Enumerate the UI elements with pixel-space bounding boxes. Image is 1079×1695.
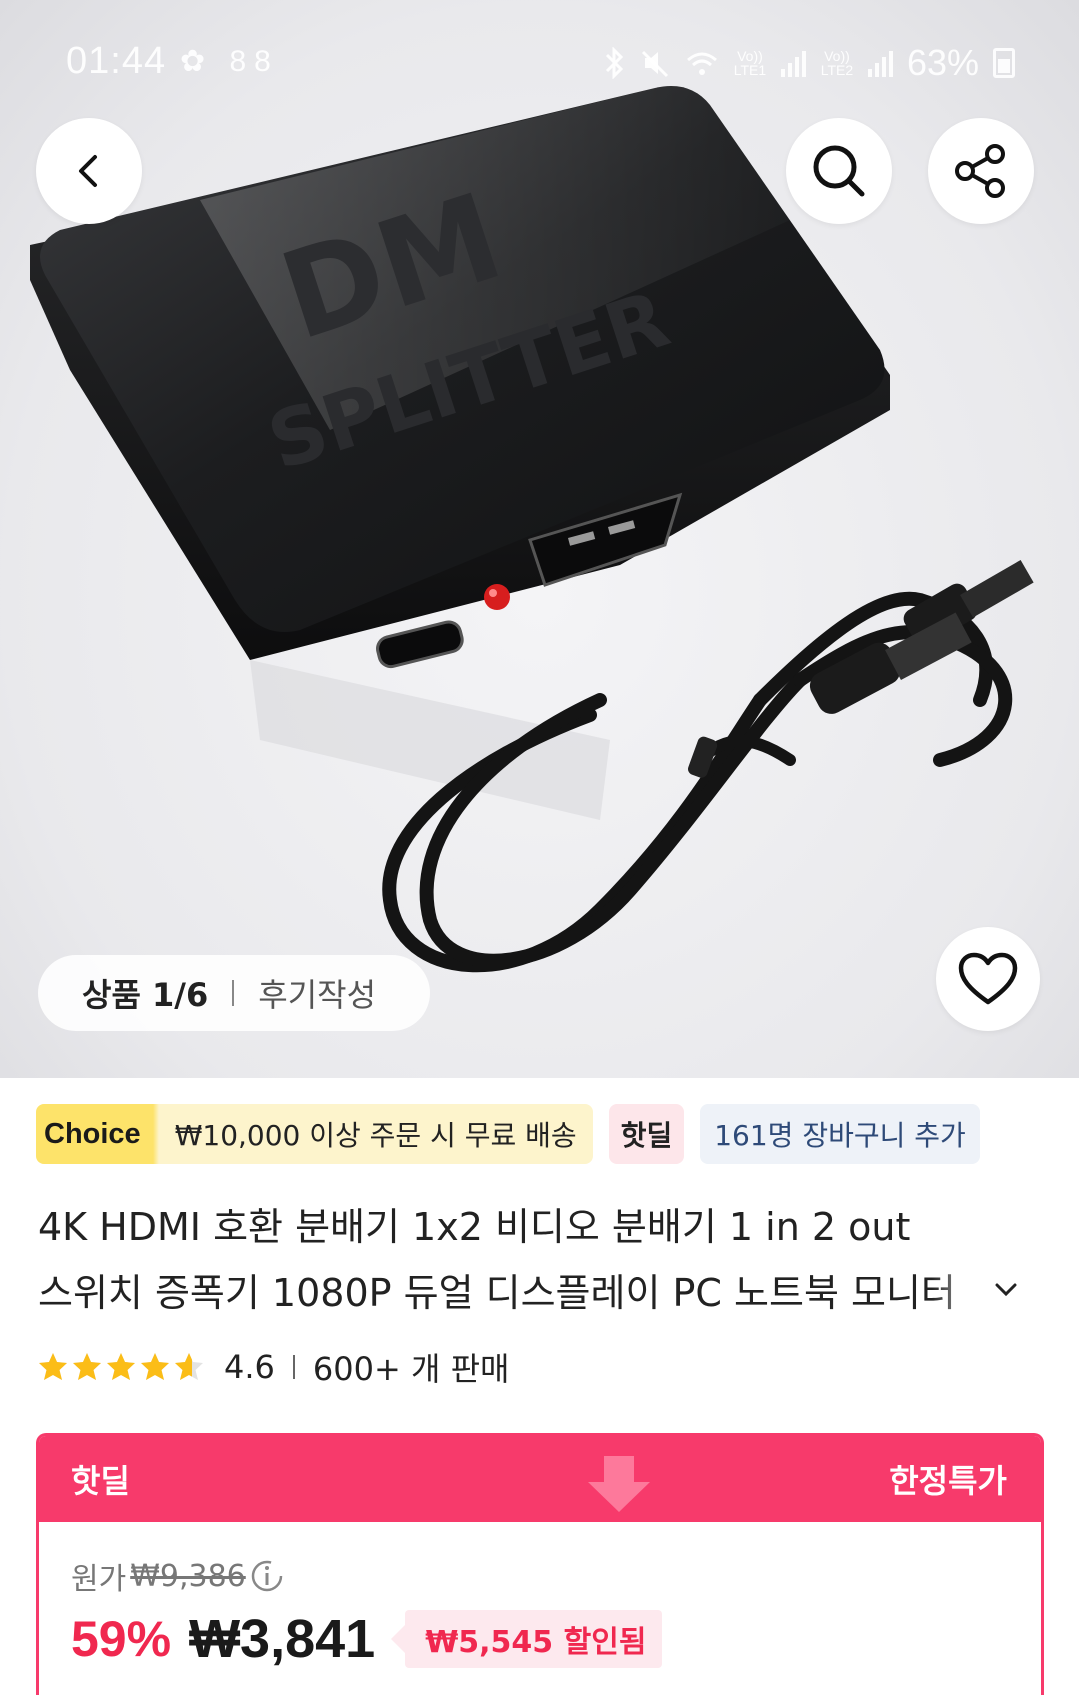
status-time: 01:44 [66,40,167,82]
lte2-indicator: Vo)) LTE2 [820,48,854,78]
sold-count: 600+ 개 판매 [312,1350,510,1388]
original-price-row: 원가 ₩9,386 [71,1554,284,1598]
share-icon [955,144,1005,198]
status-bar: 01:44 ✿ 88 Vo)) LTE1 Vo)) LTE2 63% [0,0,1079,120]
info-icon[interactable] [250,1559,284,1593]
down-arrow-icon [588,1456,650,1512]
tags-row: Choice ₩10,000 이상 주문 시 무료 배송 핫딜 161명 장바구… [36,1104,980,1164]
star-icon [141,1353,169,1380]
product-image: DM SPLITTER [30,86,1034,973]
star-icon [175,1353,203,1380]
signal1-icon [780,49,806,77]
free-shipping-text: ₩10,000 이상 주문 시 무료 배송 [152,1104,593,1164]
choice-badge: Choice [36,1104,155,1164]
mute-icon [641,50,668,78]
status-right-icons: Vo)) LTE1 Vo)) LTE2 63% [601,42,1015,84]
rating-divider [292,1355,295,1379]
cart-count-tag: 161명 장바구니 추가 [700,1104,980,1164]
product-title[interactable]: 4K HDMI 호환 분배기 1x2 비디오 분배기 1 in 2 out 스위… [38,1194,1038,1326]
heart-icon [958,952,1018,1005]
bluetooth-icon [605,47,624,79]
product-image-gallery[interactable]: DM SPLITTER 01:44 ✿ 88 Vo)) LTE1 Vo)) LT… [0,0,1079,1078]
title-fade [932,1260,992,1326]
share-button[interactable] [928,118,1034,224]
price-card: 핫딜 한정특가 원가 ₩9,386 59% ₩3,841 ₩5,545 할인됨 [36,1433,1044,1695]
image-counter: 상품 1/6 [82,976,209,1014]
original-price-label: 원가 [71,1562,127,1597]
final-price: ₩3,841 [189,1609,376,1669]
choice-shipping-tag[interactable]: Choice ₩10,000 이상 주문 시 무료 배송 [36,1104,593,1164]
write-review-link[interactable]: 후기작성 [258,970,376,1016]
rating-row[interactable]: 4.6 600+ 개 판매 [38,1342,509,1392]
search-icon [813,145,865,197]
back-icon [79,155,97,187]
chevron-down-icon[interactable] [994,1282,1018,1298]
status-left-icons: ✿ 88 [180,45,279,78]
star-rating [38,1352,204,1382]
search-button[interactable] [786,118,892,224]
rating-value: 4.6 [224,1348,275,1386]
back-button[interactable] [36,118,142,224]
hot-deal-banner: 핫딜 한정특가 [39,1436,1041,1522]
sale-price-row: 59% ₩3,841 ₩5,545 할인됨 [71,1608,663,1670]
star-icon [73,1353,101,1380]
discount-percent: 59% [71,1611,172,1667]
star-icon [39,1353,67,1380]
signal2-icon [867,49,893,77]
battery-icon [993,48,1015,78]
battery-percent: 63% [906,42,979,83]
original-price: ₩9,386 [130,1558,246,1594]
saved-amount-badge: ₩5,545 할인됨 [391,1610,663,1668]
hot-deal-tag: 핫딜 [608,1104,685,1164]
lte1-indicator: Vo)) LTE1 [733,48,767,78]
product-title-line2-wrap: 스위치 증폭기 1080P 듀얼 디스플레이 PC 노트북 모니터 [38,1260,1018,1326]
pill-divider [232,980,235,1006]
wishlist-button[interactable] [936,927,1040,1031]
banner-hot-deal-label: 핫딜 [71,1462,130,1500]
star-icon [107,1353,135,1380]
image-counter-pill: 상품 1/6 후기작성 [38,955,430,1031]
banner-limited-label: 한정특가 [889,1462,1007,1500]
product-title-line1: 4K HDMI 호환 분배기 1x2 비디오 분배기 1 in 2 out [38,1205,911,1249]
product-title-line2: 스위치 증폭기 1080P 듀얼 디스플레이 PC 노트북 모니터 [38,1271,956,1315]
wifi-icon [686,52,717,75]
